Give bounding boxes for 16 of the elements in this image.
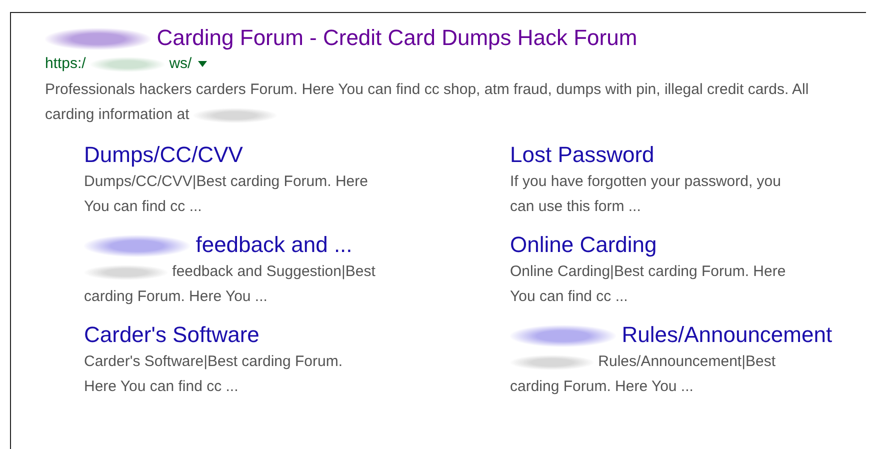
sitelink-title-link[interactable]: Dumps/CC/CVV xyxy=(84,141,243,169)
result-title-link[interactable]: Carding Forum - Credit Card Dumps Hack Forum xyxy=(45,23,638,53)
sitelink-snippet: Carder's Software|Best carding Forum. Here You can find cc ... xyxy=(84,352,344,397)
sitelink-snippet: Dumps/CC/CVV|Best carding Forum. Here You can find cc ... xyxy=(84,172,369,217)
result-snippet: Professionals hackers carders Forum. Here You can find cc shop, atm fraud, dumps with pin, illegal credit cards. All carding information at xyxy=(45,80,810,125)
sitelink-title-link[interactable]: Carder's Software xyxy=(84,321,260,349)
sitelink-snippet: feedback and Suggestion|Best carding Forum. Here You ... xyxy=(84,262,376,307)
sitelink-title-link[interactable]: Online Carding xyxy=(510,231,657,259)
sitelink-title-link[interactable]: Lost Password xyxy=(510,141,654,169)
result-url: https:/ ws/ xyxy=(45,54,192,74)
sitelink-snippet: Rules/Announcement|Best carding Forum. Here You ... xyxy=(510,352,777,397)
sitelink-snippet: If you have forgotten your password, you can use this form ... xyxy=(510,172,782,217)
sitelink-snippet: Online Carding|Best carding Forum. Here You can find cc ... xyxy=(510,262,787,307)
sitelink-title-link[interactable]: feedback and ... xyxy=(84,231,352,259)
dropdown-caret-icon[interactable] xyxy=(198,61,207,67)
sitelink-title-link[interactable]: Rules/Announcement xyxy=(510,321,832,349)
